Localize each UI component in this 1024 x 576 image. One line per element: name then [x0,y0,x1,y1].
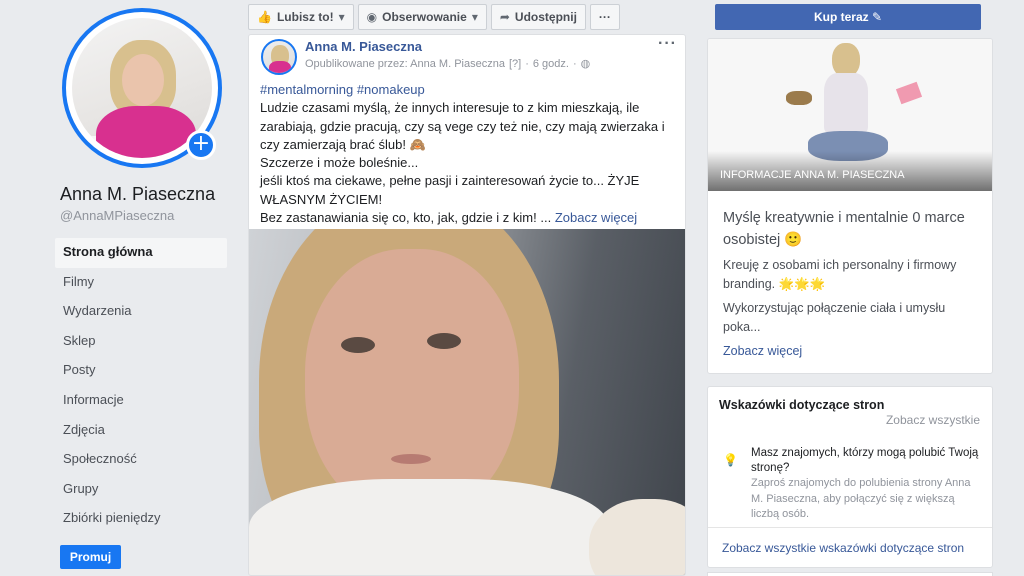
nav-item-posts[interactable]: Posty [55,356,227,386]
post-author-avatar[interactable] [261,39,297,75]
more-options-button[interactable]: ··· [589,4,620,30]
follow-button[interactable]: ◉ Obserwowanie ▾ [357,4,487,30]
about-paragraph: Kreuję z osobami ich personalny i firmow… [723,258,957,291]
post-meta: Opublikowane przez: Anna M. Piaseczna [?… [305,57,590,70]
nav-item-about[interactable]: Informacje [55,386,227,416]
buy-now-label: Kup teraz [813,10,869,24]
tips-all-link[interactable]: Zobacz wszystkie wskazówki dotyczące str… [722,541,964,555]
post-time[interactable]: 6 godz. [533,58,569,70]
share-label: Udostępnij [514,10,577,24]
page-handle[interactable]: @AnnaMPiaseczna [60,208,174,223]
post-paragraph: Szczerze i może boleśnie... [260,155,419,171]
tips-question[interactable]: Masz znajomych, którzy mogą polubić Twoj… [751,446,981,476]
dot-separator: · [525,57,529,70]
tips-see-all-link[interactable]: Zobacz wszystkie [886,413,980,427]
about-cover-image[interactable]: INFORMACJE ANNA M. PIASECZNA [708,39,992,191]
divider [708,527,992,528]
thumbs-up-icon: 👍 [257,10,272,24]
tips-description: Zaproś znajomych do polubienia strony An… [751,477,971,520]
promote-button[interactable]: Promuj [60,545,121,569]
nav-item-groups[interactable]: Grupy [55,475,227,505]
nav-item-community[interactable]: Społeczność [55,445,227,475]
about-lead: Myślę kreatywnie i mentalnie 0 marce oso… [723,210,965,248]
about-cover-caption: INFORMACJE ANNA M. PIASECZNA [720,169,905,181]
left-column: + Anna M. Piaseczna @AnnaMPiaseczna Stro… [0,0,236,576]
follow-label: Obserwowanie [382,10,467,24]
buy-now-button[interactable]: Kup teraz ✎ [715,4,981,30]
post-card: Anna M. Piaseczna Opublikowane przez: An… [248,34,686,576]
post-paragraph: Bez zastanawiania się co, kto, jak, gdzi… [260,209,680,227]
post-text: #mentalmorning #nomakeup Ludzie czasami … [260,81,680,227]
page-action-bar: 👍 Lubisz to! ▾ ◉ Obserwowanie ▾ ➦ Udostę… [248,4,620,30]
lightbulb-icon: 💡 [723,453,738,467]
share-arrow-icon: ➦ [499,10,510,24]
about-paragraph: Wykorzystując połączenie ciała i umysłu … [723,301,946,334]
page-name[interactable]: Anna M. Piaseczna [60,184,215,205]
post-author-name[interactable]: Anna M. Piaseczna [305,39,422,54]
about-see-more-link[interactable]: Zobacz więcej [723,344,802,358]
post-photo[interactable] [249,229,685,575]
page-tips-card: Wskazówki dotyczące stron Zobacz wszystk… [707,386,993,568]
post-paragraph: jeśli ktoś ma ciekawe, pełne pasji i zai… [260,173,640,207]
more-dots-icon: ··· [598,10,611,24]
dot-separator: · [572,57,577,70]
nav-item-videos[interactable]: Filmy [55,268,227,298]
post-hashtags[interactable]: #mentalmorning #nomakeup [260,81,680,99]
nav-item-photos[interactable]: Zdjęcia [55,416,227,446]
share-button[interactable]: ➦ Udostępnij [490,4,586,30]
rss-icon: ◉ [366,10,378,24]
next-card [707,572,993,576]
nav-item-fundraisers[interactable]: Zbiórki pieniędzy [55,504,227,534]
chevron-down-icon: ▾ [338,10,345,24]
add-photo-icon[interactable]: + [186,130,216,160]
like-button[interactable]: 👍 Lubisz to! ▾ [248,4,354,30]
like-label: Lubisz to! [276,10,334,24]
see-more-link[interactable]: Zobacz więcej [555,210,637,225]
pencil-icon: ✎ [871,10,883,24]
post-last-line: Bez zastanawiania się co, kto, jak, gdzi… [260,210,552,226]
help-marker[interactable]: [?] [509,58,521,70]
chevron-down-icon: ▾ [471,10,478,24]
nav-item-events[interactable]: Wydarzenia [55,297,227,327]
post-options-icon[interactable]: ··· [658,35,677,53]
about-card: INFORMACJE ANNA M. PIASECZNA Myślę kreat… [707,38,993,374]
tips-title: Wskazówki dotyczące stron [719,398,885,412]
nav-item-home[interactable]: Strona główna [55,238,227,268]
globe-icon: ◍ [580,57,591,70]
page-nav: Strona główna Filmy Wydarzenia Sklep Pos… [55,238,227,534]
nav-item-shop[interactable]: Sklep [55,327,227,357]
post-published-by: Opublikowane przez: Anna M. Piaseczna [305,57,505,70]
post-paragraph: Ludzie czasami myślą, że innych interesu… [260,100,665,152]
